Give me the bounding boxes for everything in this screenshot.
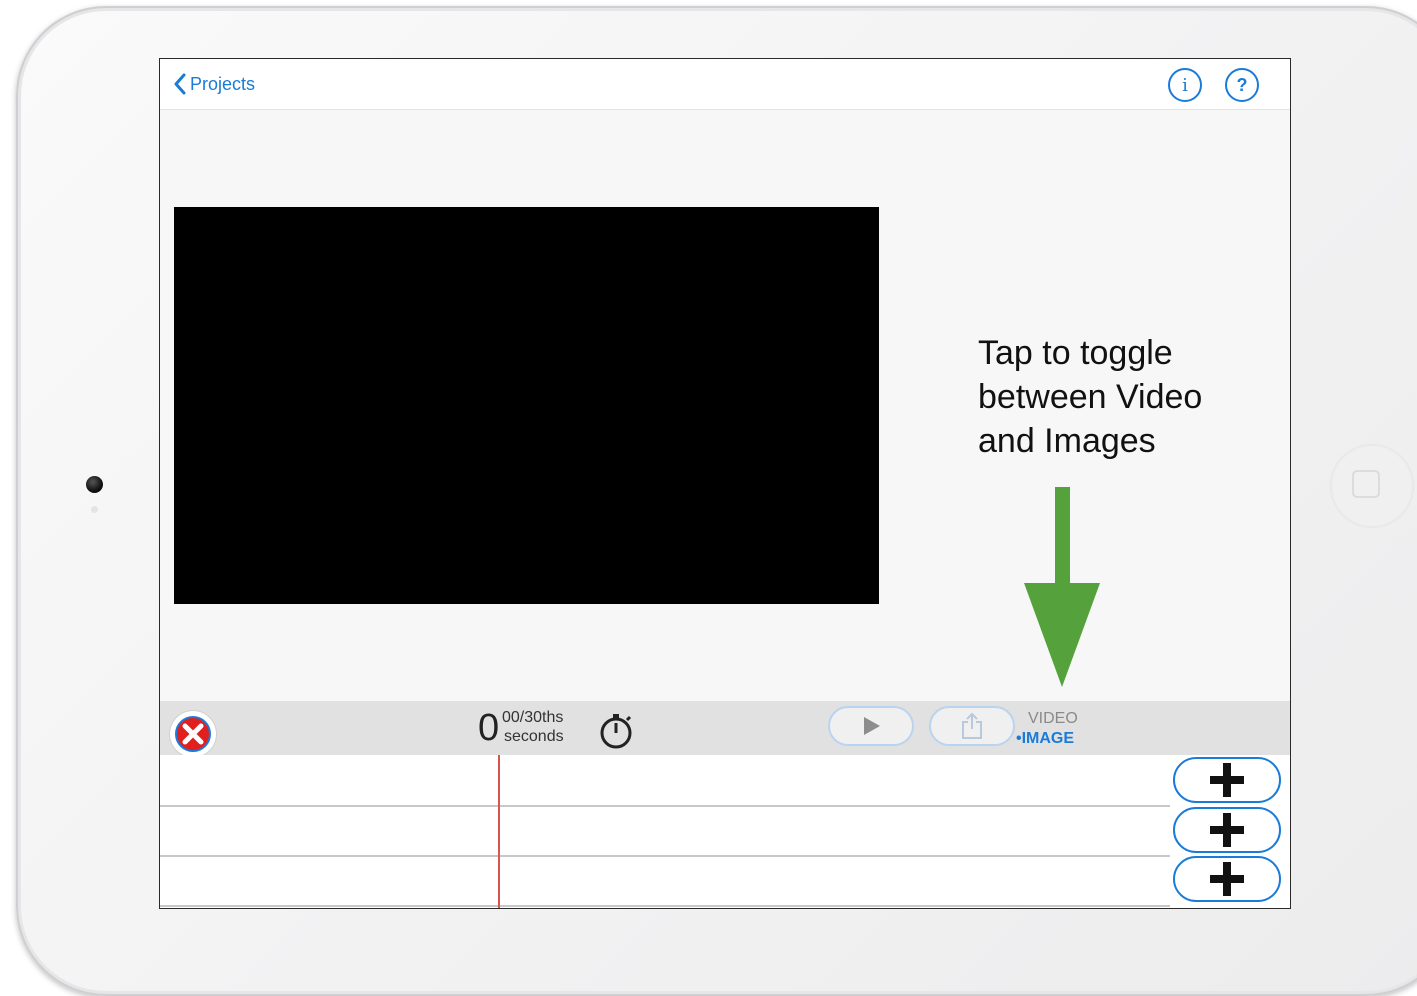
down-arrow-icon [1024, 487, 1100, 687]
video-image-toggle[interactable]: VIDEO •IMAGE [1016, 709, 1086, 749]
light-sensor [91, 506, 98, 513]
app-screen: Projects i ? Tap to toggle between Video… [159, 58, 1291, 909]
help-icon: ? [1236, 74, 1248, 95]
playhead[interactable] [498, 755, 500, 908]
share-button[interactable] [929, 706, 1015, 746]
editor-toolbar: 0 00/30ths seconds VIDEO •IMAGE [160, 701, 1290, 757]
front-camera [86, 476, 103, 493]
add-clip-button[interactable] [1173, 757, 1281, 803]
back-label: Projects [190, 73, 256, 94]
timeline-track[interactable] [160, 855, 1170, 907]
plus-icon [1210, 862, 1244, 896]
play-icon [864, 717, 880, 735]
add-track-column [1170, 755, 1290, 908]
help-button[interactable]: ? [1225, 68, 1259, 102]
video-preview[interactable] [174, 207, 879, 604]
add-clip-button[interactable] [1173, 856, 1281, 902]
timeline-track[interactable] [160, 805, 1170, 857]
toggle-hint-text: Tap to toggle between Video and Images [978, 334, 1203, 460]
home-button-icon [1352, 470, 1380, 498]
chevron-left-icon [174, 73, 186, 95]
stopwatch-icon[interactable] [598, 712, 634, 750]
plus-icon [1210, 813, 1244, 847]
plus-icon [1210, 763, 1244, 797]
timer-seconds: 0 [478, 707, 500, 749]
navigation-bar: Projects i ? [160, 59, 1290, 110]
delete-x-icon [175, 716, 211, 752]
play-button[interactable] [828, 706, 914, 746]
timer-unit: seconds [504, 728, 564, 745]
delete-button[interactable] [170, 711, 216, 757]
mode-image-option[interactable]: •IMAGE [1016, 729, 1086, 749]
info-button[interactable]: i [1168, 68, 1202, 102]
info-icon: i [1182, 74, 1188, 96]
mode-video-option[interactable]: VIDEO [1016, 709, 1086, 729]
timeline [160, 755, 1290, 908]
timer-fraction: 00/30ths [502, 709, 564, 726]
timeline-track[interactable] [160, 755, 1170, 807]
add-clip-button[interactable] [1173, 807, 1281, 853]
share-icon [962, 712, 982, 739]
back-to-projects-button[interactable]: Projects [174, 72, 255, 96]
